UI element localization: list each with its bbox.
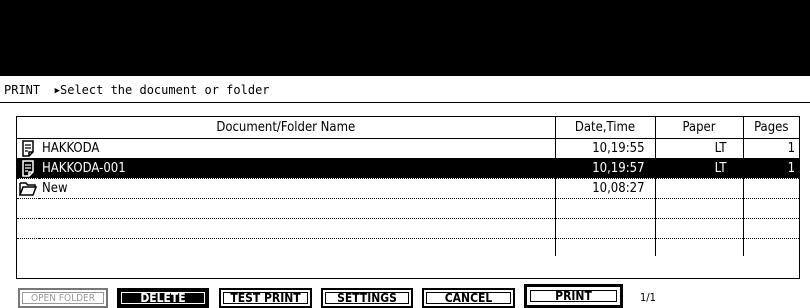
empty-cell — [39, 238, 556, 256]
row-paper — [654, 178, 744, 199]
header-divider — [0, 102, 810, 103]
open-folder-button[interactable]: OPEN FOLDER — [18, 288, 108, 308]
delete-button[interactable]: DELETE — [117, 288, 209, 308]
empty-cell — [39, 198, 556, 219]
column-header-paper: Paper — [654, 117, 744, 139]
screen-header: PRINT ▶Select the document or folder — [4, 82, 270, 98]
row-pages — [742, 178, 800, 199]
empty-cell — [554, 198, 656, 219]
row-date: 10,08:27 — [554, 178, 656, 199]
row-pages: 1 — [742, 138, 800, 159]
empty-cell — [17, 238, 39, 256]
settings-button[interactable]: SETTINGS — [321, 288, 413, 308]
page-indicator: 1/1 — [640, 291, 656, 304]
row-pages: 1 — [742, 158, 800, 179]
empty-cell — [554, 238, 656, 256]
empty-cell — [654, 218, 744, 239]
print-button[interactable]: PRINT — [524, 284, 623, 308]
cancel-button[interactable]: CANCEL — [422, 288, 515, 308]
table-header-row: Document/Folder Name Date,Time Paper Pag… — [17, 117, 800, 139]
test-print-label: TEST PRINT — [230, 291, 301, 305]
column-header-name: Document/Folder Name — [17, 117, 556, 139]
row-date: 10,19:57 — [554, 158, 656, 179]
print-label: PRINT — [555, 289, 592, 303]
delete-label: DELETE — [140, 291, 186, 305]
row-name: HAKKODA — [39, 138, 556, 159]
row-name: New — [39, 178, 556, 199]
mode-label: PRINT — [4, 83, 41, 97]
empty-cell — [742, 238, 800, 256]
row-paper: LT — [654, 158, 744, 179]
settings-label: SETTINGS — [337, 291, 397, 305]
empty-row — [17, 238, 800, 256]
empty-cell — [742, 198, 800, 219]
column-header-pages: Pages — [742, 117, 800, 139]
empty-cell — [17, 198, 39, 219]
empty-cell — [17, 218, 39, 239]
row-name: HAKKODA-001 — [39, 158, 556, 179]
row-paper: LT — [654, 138, 744, 159]
empty-cell — [554, 218, 656, 239]
document-icon — [17, 138, 39, 159]
empty-row — [17, 218, 800, 239]
folder-icon — [17, 178, 39, 199]
empty-cell — [39, 218, 556, 239]
row-date: 10,19:55 — [554, 138, 656, 159]
instruction-text: Select the document or folder — [60, 83, 270, 97]
document-icon — [17, 158, 39, 179]
table-row[interactable]: New 10,08:27 — [17, 178, 800, 199]
cancel-label: CANCEL — [444, 291, 493, 305]
top-black-bar — [0, 0, 810, 76]
open-folder-label: OPEN FOLDER — [31, 292, 95, 304]
table-row[interactable]: HAKKODA 10,19:55 LT 1 — [17, 138, 800, 159]
document-table: Document/Folder Name Date,Time Paper Pag… — [17, 117, 800, 256]
empty-cell — [742, 218, 800, 239]
table-row-selected[interactable]: HAKKODA-001 10,19:57 LT 1 — [17, 158, 800, 179]
empty-cell — [654, 198, 744, 219]
column-header-date: Date,Time — [554, 117, 656, 139]
empty-cell — [654, 238, 744, 256]
document-list-panel: Document/Folder Name Date,Time Paper Pag… — [16, 116, 800, 279]
test-print-button[interactable]: TEST PRINT — [219, 288, 312, 308]
empty-row — [17, 198, 800, 219]
